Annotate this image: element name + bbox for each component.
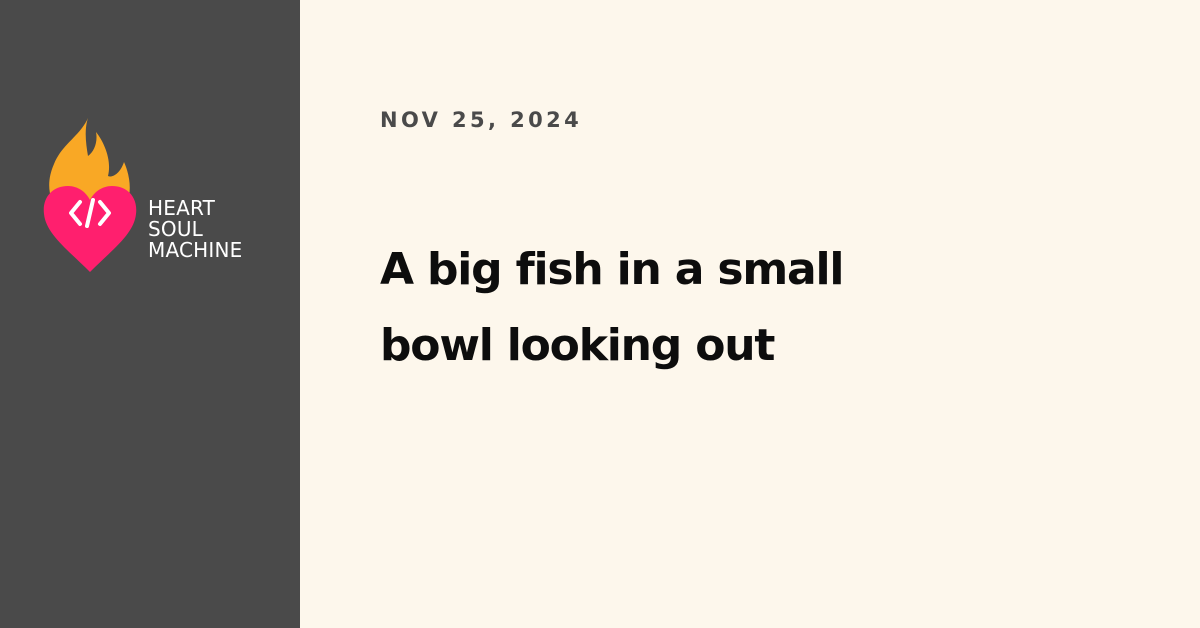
brand-line-machine: MACHINE xyxy=(148,238,243,262)
post-title[interactable]: A big fish in a small bowl looking out xyxy=(380,232,900,384)
brand-line-soul: SOUL xyxy=(148,217,204,241)
post-date: NOV 25, 2024 xyxy=(380,108,583,132)
post-card: NOV 25, 2024 A big fish in a small bowl … xyxy=(300,0,1200,628)
brand-line-heart: HEART xyxy=(148,196,216,220)
flaming-heart-code-icon xyxy=(43,118,137,272)
brand-sidebar: HEART SOUL MACHINE xyxy=(0,0,300,628)
brand-wordmark: HEART SOUL MACHINE xyxy=(148,198,243,261)
logo[interactable]: HEART SOUL MACHINE xyxy=(40,116,280,276)
